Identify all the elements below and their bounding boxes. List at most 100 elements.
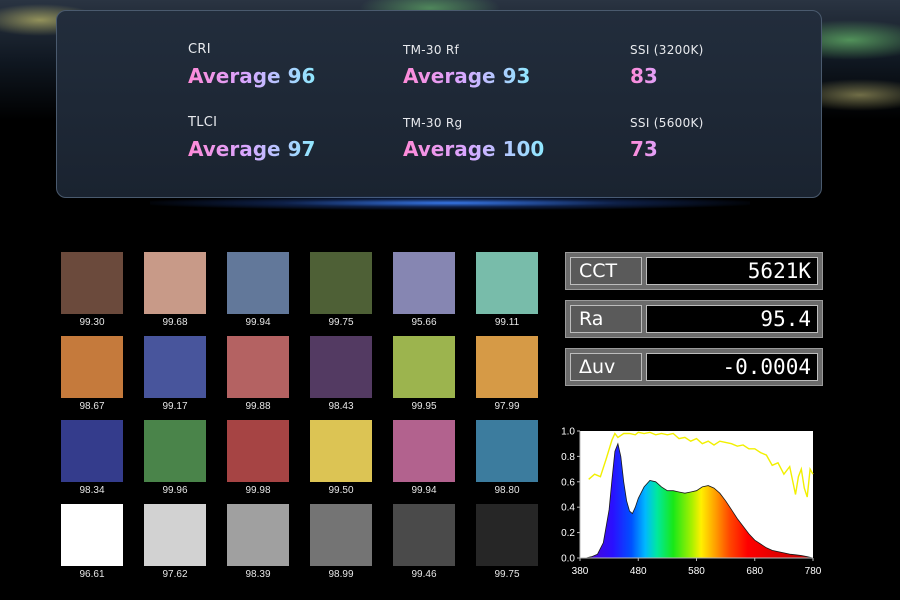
metric-value: Average 96 bbox=[188, 64, 316, 88]
swatch-value: 99.17 bbox=[162, 401, 188, 412]
swatch-chip bbox=[61, 420, 123, 482]
readout-key: Δuv bbox=[570, 353, 642, 381]
color-swatch: 99.68 bbox=[144, 252, 206, 328]
metric-value: 73 bbox=[630, 137, 704, 161]
swatch-chip bbox=[61, 504, 123, 566]
color-swatch: 98.80 bbox=[476, 420, 538, 496]
metric-label: CRI bbox=[188, 42, 211, 57]
swatch-chip bbox=[144, 252, 206, 314]
swatch-chip bbox=[476, 252, 538, 314]
color-swatch: 99.75 bbox=[310, 252, 372, 328]
metric-label: SSI (5600K) bbox=[630, 116, 704, 130]
swatch-value: 98.99 bbox=[328, 569, 354, 580]
readout-cct: CCT 5621K bbox=[565, 252, 823, 290]
swatch-value: 99.94 bbox=[411, 485, 437, 496]
swatch-chip bbox=[393, 252, 455, 314]
color-swatch: 99.94 bbox=[393, 420, 455, 496]
swatch-chip bbox=[310, 504, 372, 566]
metric-label: TLCI bbox=[188, 115, 218, 130]
color-swatch: 99.88 bbox=[227, 336, 289, 412]
metric-tm30-rg: TM-30 Rg Average 100 bbox=[403, 115, 544, 161]
spectrum-chart: 0.0 0.2 0.4 0.6 0.8 1.0 380 480 580 680 780 bbox=[561, 427, 822, 578]
readout-value: 95.4 bbox=[646, 305, 818, 333]
swatch-chip bbox=[144, 336, 206, 398]
swatch-value: 99.75 bbox=[494, 569, 520, 580]
metric-value: Average 97 bbox=[188, 137, 316, 161]
swatch-chip bbox=[227, 420, 289, 482]
color-swatch: 95.66 bbox=[393, 252, 455, 328]
swatch-value: 99.88 bbox=[245, 401, 271, 412]
color-swatch: 99.95 bbox=[393, 336, 455, 412]
metric-value: Average 93 bbox=[403, 64, 531, 88]
color-swatch: 98.99 bbox=[310, 504, 372, 580]
metric-ssi-3200k: SSI (3200K) 83 bbox=[630, 42, 704, 88]
readout-key: Ra bbox=[570, 305, 642, 333]
readout-key: CCT bbox=[570, 257, 642, 285]
color-swatch: 99.46 bbox=[393, 504, 455, 580]
color-swatch: 99.50 bbox=[310, 420, 372, 496]
readout-value: 5621K bbox=[646, 257, 818, 285]
swatch-chip bbox=[310, 252, 372, 314]
readout-duv: Δuv -0.0004 bbox=[565, 348, 823, 386]
metric-label: SSI (3200K) bbox=[630, 43, 704, 57]
swatch-value: 98.39 bbox=[245, 569, 271, 580]
swatch-value: 97.62 bbox=[162, 569, 188, 580]
swatch-value: 98.67 bbox=[79, 401, 105, 412]
color-swatch: 98.67 bbox=[61, 336, 123, 412]
color-swatch: 99.98 bbox=[227, 420, 289, 496]
swatch-value: 98.34 bbox=[79, 485, 105, 496]
y-tick-label: 0.2 bbox=[561, 528, 575, 539]
swatch-value: 99.68 bbox=[162, 317, 188, 328]
color-swatch: 97.62 bbox=[144, 504, 206, 580]
color-swatch: 97.99 bbox=[476, 336, 538, 412]
metric-cri: CRI Average 96 bbox=[188, 42, 315, 88]
swatch-value: 98.80 bbox=[494, 485, 520, 496]
x-tick-label: 380 bbox=[572, 566, 589, 577]
metric-value: Average 100 bbox=[403, 137, 545, 161]
swatch-chip bbox=[144, 420, 206, 482]
y-tick-label: 1.0 bbox=[561, 427, 575, 438]
metric-label: TM-30 Rg bbox=[403, 116, 463, 130]
swatch-chip bbox=[393, 504, 455, 566]
metric-label: TM-30 Rf bbox=[403, 43, 460, 57]
swatch-chip bbox=[476, 420, 538, 482]
color-swatch: 99.94 bbox=[227, 252, 289, 328]
swatch-chip bbox=[144, 504, 206, 566]
swatch-chip bbox=[61, 336, 123, 398]
swatch-value: 99.50 bbox=[328, 485, 354, 496]
swatch-chip bbox=[393, 336, 455, 398]
swatch-value: 95.66 bbox=[411, 317, 437, 328]
swatch-value: 99.11 bbox=[494, 317, 520, 328]
color-swatch: 98.34 bbox=[61, 420, 123, 496]
swatch-value: 99.95 bbox=[411, 401, 437, 412]
color-swatch: 99.11 bbox=[476, 252, 538, 328]
swatch-chip bbox=[227, 336, 289, 398]
color-swatch: 98.39 bbox=[227, 504, 289, 580]
swatch-value: 98.43 bbox=[328, 401, 354, 412]
swatch-value: 99.46 bbox=[411, 569, 437, 580]
swatch-chip bbox=[476, 336, 538, 398]
y-tick-label: 0.4 bbox=[561, 503, 575, 514]
x-tick-label: 480 bbox=[630, 566, 647, 577]
metric-tlci: TLCI Average 97 bbox=[188, 115, 315, 161]
color-swatch: 99.30 bbox=[61, 252, 123, 328]
swatch-chip bbox=[310, 420, 372, 482]
swatch-value: 99.96 bbox=[162, 485, 188, 496]
swatch-value: 96.61 bbox=[79, 569, 105, 580]
y-tick-label: 0.6 bbox=[561, 477, 575, 488]
metric-value: 83 bbox=[630, 64, 704, 88]
swatch-value: 99.75 bbox=[328, 317, 354, 328]
averages-panel bbox=[56, 10, 822, 198]
swatch-value: 99.30 bbox=[79, 317, 105, 328]
readout-ra: Ra 95.4 bbox=[565, 300, 823, 338]
color-swatch: 99.96 bbox=[144, 420, 206, 496]
swatch-chip bbox=[61, 252, 123, 314]
swatch-chip bbox=[476, 504, 538, 566]
swatch-chip bbox=[393, 420, 455, 482]
color-swatch: 98.43 bbox=[310, 336, 372, 412]
y-tick-label: 0.8 bbox=[561, 452, 575, 463]
swatch-value: 99.98 bbox=[245, 485, 271, 496]
x-tick-label: 680 bbox=[746, 566, 763, 577]
x-tick-label: 780 bbox=[805, 566, 822, 577]
x-tick-label: 580 bbox=[688, 566, 705, 577]
